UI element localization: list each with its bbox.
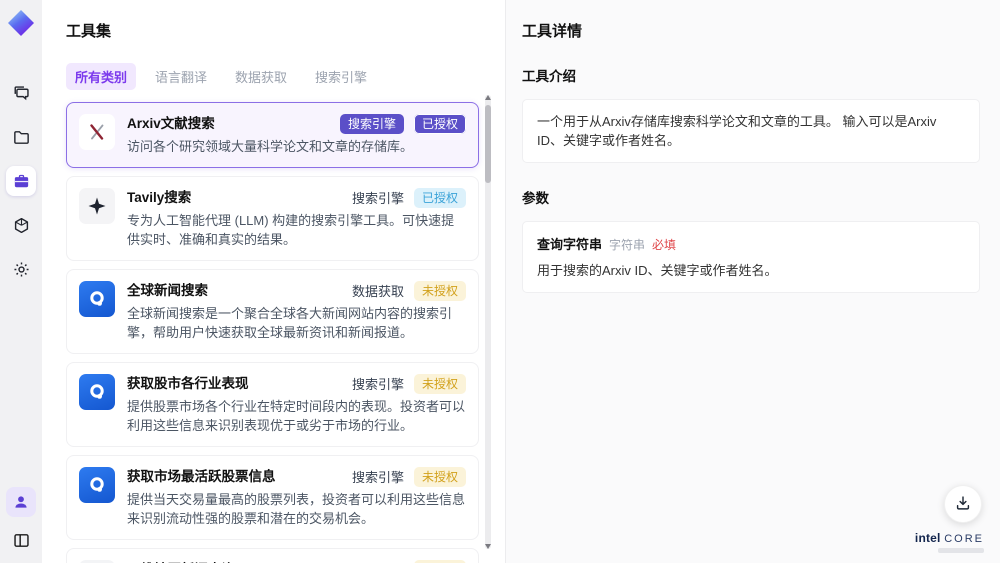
intel-core-logo: intel CORE	[915, 531, 984, 553]
tool-card[interactable]: 获取股市各行业表现 搜索引擎 未授权提供股票市场各个行业在特定时间段内的表现。投资者…	[66, 362, 479, 447]
scroll-up-icon[interactable]	[485, 95, 491, 100]
sidebar-item-settings[interactable]	[6, 254, 36, 284]
scroll-down-icon[interactable]	[485, 544, 491, 549]
quark-icon	[79, 374, 115, 410]
tool-intro-text: 一个用于从Arxiv存储库搜索科学论文和文章的工具。 输入可以是Arxiv ID…	[537, 114, 937, 148]
param-required-badge: 必填	[652, 238, 677, 252]
auth-badge: 未授权	[413, 374, 466, 394]
sidebar-item-files[interactable]	[6, 122, 36, 152]
tab-category-1[interactable]: 语言翻译	[146, 63, 216, 90]
tab-category-0[interactable]: 所有类别	[66, 63, 137, 90]
tool-name: Arxiv文献搜索	[127, 116, 215, 131]
tool-description: 全球新闻搜索是一个聚合全球各大新闻网站内容的搜索引擎，帮助用户快速获取全球最新资…	[127, 306, 453, 340]
tool-card[interactable]: Arxiv文献搜索 搜索引擎 已授权访问各个研究领域大量科学论文和文章的存储库。	[66, 102, 479, 168]
star-icon	[79, 188, 115, 224]
sidebar-item-collapse[interactable]	[6, 525, 36, 555]
sidebar-item-models[interactable]	[6, 210, 36, 240]
param-type: 字符串	[609, 238, 646, 252]
briefcase-icon	[12, 172, 31, 191]
arxiv-icon	[79, 114, 115, 150]
tool-list: Arxiv文献搜索 搜索引擎 已授权 访问各个研究领域大量科学论文和文章的存储库。 Ta…	[66, 102, 479, 563]
quark-icon	[79, 467, 115, 503]
auth-badge: 已授权	[413, 188, 466, 208]
intel-logo-underline	[938, 548, 984, 553]
tool-name: 全球新闻搜索	[127, 283, 208, 298]
sidebar-item-chat[interactable]	[6, 78, 36, 108]
tool-detail-panel: 工具详情 工具介绍 一个用于从Arxiv存储库搜索科学论文和文章的工具。 输入可…	[505, 0, 1000, 563]
cube-icon	[12, 216, 31, 235]
param-box: 查询字符串 字符串 必填 用于搜索的Arxiv ID、关键字或作者姓名。	[522, 221, 980, 293]
intro-heading: 工具介绍	[522, 69, 576, 84]
param-description: 用于搜索的Arxiv ID、关键字或作者姓名。	[537, 263, 778, 278]
param-name: 查询字符串	[537, 237, 603, 252]
page-title: 工具集	[66, 23, 112, 40]
tool-description: 提供当天交易量最高的股票列表，投资者可以利用这些信息来识别流动性强的股票和潜在的…	[127, 492, 466, 526]
tool-name: 获取股市各行业表现	[127, 376, 249, 391]
category-tabs: 所有类别 语言翻译 数据获取 搜索引擎	[66, 63, 479, 90]
scrollbar-thumb[interactable]	[485, 105, 491, 183]
detail-title: 工具详情	[522, 23, 583, 40]
tool-intro-box: 一个用于从Arxiv存储库搜索科学论文和文章的工具。 输入可以是Arxiv ID…	[522, 99, 980, 163]
category-badge: 搜索引擎	[351, 190, 404, 206]
tool-card[interactable]: Tavily搜索 搜索引擎 已授权专为人工智能代理 (LLM) 构建的搜索引擎工具。…	[66, 176, 479, 261]
list-scrollbar[interactable]	[485, 95, 491, 549]
tool-card[interactable]: 全球新闻搜索 数据获取 未授权全球新闻搜索是一个聚合全球各大新闻网站内容的搜索引擎，…	[66, 269, 479, 354]
category-badge: 数据获取	[351, 283, 404, 299]
download-button[interactable]	[944, 485, 982, 523]
quark-icon	[79, 281, 115, 317]
tool-card[interactable]: 万维地区新闻查询搜索引擎未授权查询具体行政区划内的新闻，快速了解各地新闻动	[66, 548, 479, 563]
gear-icon	[12, 260, 31, 279]
app-window: 工具集 所有类别 语言翻译 数据获取 搜索引擎 Arxiv文献搜索 搜索引擎 已授权 访问各…	[0, 0, 1000, 563]
category-badge: 搜索引擎	[351, 376, 404, 392]
download-icon	[954, 494, 972, 515]
sidebar-item-account[interactable]	[6, 487, 36, 517]
intel-core-text: CORE	[944, 533, 984, 545]
tool-card[interactable]: 获取市场最活跃股票信息 搜索引擎 未授权提供当天交易量最高的股票列表，投资者可以利用…	[66, 455, 479, 540]
params-heading: 参数	[522, 191, 549, 206]
sidebar-item-tools[interactable]	[6, 166, 36, 196]
param-header: 查询字符串 字符串 必填	[537, 234, 965, 253]
category-badge: 搜索引擎	[339, 114, 404, 134]
tool-list-panel: 工具集 所有类别 语言翻译 数据获取 搜索引擎 Arxiv文献搜索 搜索引擎 已授权 访问各…	[42, 0, 505, 563]
user-icon	[12, 493, 30, 511]
tool-name: Tavily搜索	[127, 190, 192, 205]
folder-icon	[12, 128, 31, 147]
intel-brand-text: intel	[914, 531, 941, 545]
tool-description: 访问各个研究领域大量科学论文和文章的存储库。	[127, 139, 414, 154]
chat-icon	[12, 84, 31, 103]
app-logo-icon[interactable]	[8, 10, 34, 36]
tool-description: 提供股票市场各个行业在特定时间段内的表现。投资者可以利用这些信息来识别表现优于或…	[127, 399, 466, 433]
auth-badge: 未授权	[413, 281, 466, 301]
sidebar-nav	[6, 78, 36, 284]
tab-category-2[interactable]: 数据获取	[226, 63, 296, 90]
auth-badge: 未授权	[413, 467, 466, 487]
category-badge: 搜索引擎	[351, 469, 404, 485]
tab-category-3[interactable]: 搜索引擎	[306, 63, 376, 90]
tool-description: 专为人工智能代理 (LLM) 构建的搜索引擎工具。可快速提供实时、准确和真实的结…	[127, 213, 455, 247]
auth-badge: 已授权	[413, 114, 466, 134]
panel-icon	[12, 531, 31, 550]
sidebar	[0, 0, 42, 563]
sidebar-bottom	[6, 487, 36, 555]
tool-name: 获取市场最活跃股票信息	[127, 469, 276, 484]
